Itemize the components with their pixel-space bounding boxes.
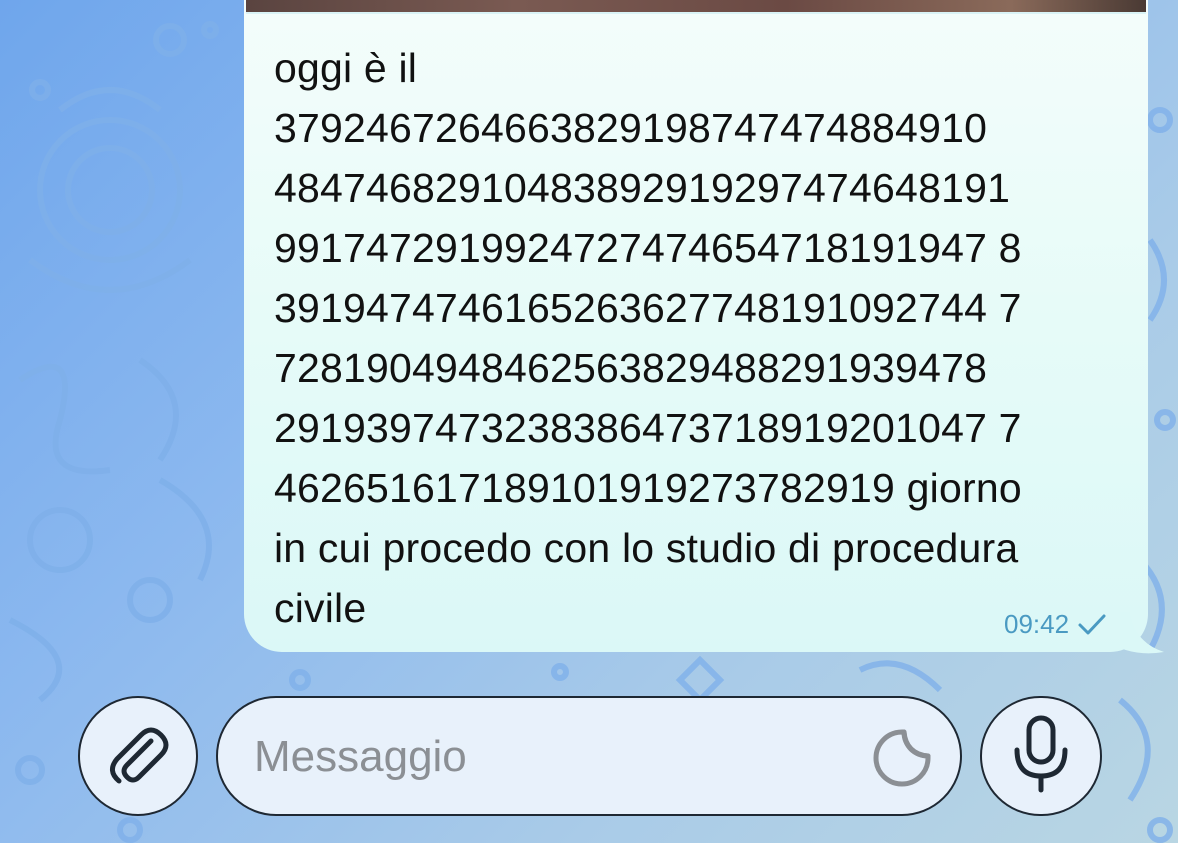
microphone-button[interactable] [980, 696, 1102, 816]
attach-button[interactable] [78, 696, 198, 816]
message-input-placeholder: Messaggio [254, 732, 467, 781]
message-time: 09:42 [1004, 608, 1070, 639]
message-text: oggi è il 379246726466382919874747488491… [274, 45, 1022, 631]
microphone-icon [1009, 714, 1073, 799]
single-check-icon [1077, 612, 1107, 636]
attached-photo[interactable] [246, 0, 1146, 14]
message-input[interactable]: Messaggio [216, 696, 962, 816]
paperclip-icon [103, 719, 173, 794]
sticker-icon[interactable] [870, 726, 934, 790]
message-meta: 09:42 [1004, 606, 1107, 642]
